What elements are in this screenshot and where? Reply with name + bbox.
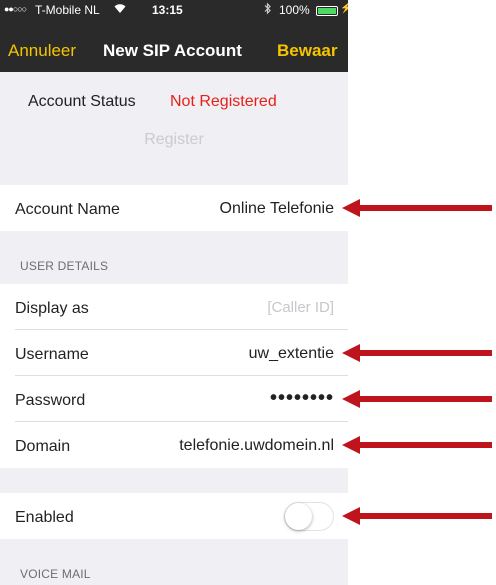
account-status-row: Account Status Not Registered <box>0 72 348 118</box>
username-label: Username <box>15 346 89 363</box>
password-label: Password <box>15 392 86 409</box>
account-name-row[interactable]: Account Name Online Telefonie <box>0 185 348 231</box>
display-as-row[interactable]: Display as [Caller ID] <box>0 284 348 330</box>
account-name-field[interactable]: Online Telefonie <box>220 200 334 218</box>
annotation-arrow-icon <box>342 199 492 217</box>
toggle-knob <box>285 503 312 530</box>
username-row[interactable]: Username uw_extentie <box>0 330 348 376</box>
page-title: New SIP Account <box>103 41 242 60</box>
annotation-arrow-icon <box>342 390 492 408</box>
top-bar: ●●○○○ T-Mobile NL 13:15 100% ⚡ Annuleer … <box>0 0 348 72</box>
domain-row[interactable]: Domain telefonie.uwdomein.nl <box>0 422 348 468</box>
cancel-button[interactable]: Annuleer <box>8 41 76 61</box>
domain-field[interactable]: telefonie.uwdomein.nl <box>179 437 334 455</box>
battery-percentage: 100% <box>279 3 310 17</box>
password-row[interactable]: Password •••••••• <box>0 376 348 422</box>
enabled-toggle[interactable] <box>284 502 334 531</box>
display-as-field[interactable]: [Caller ID] <box>267 299 334 316</box>
annotation-arrow-icon <box>342 507 492 525</box>
account-status-value: Not Registered <box>170 93 277 110</box>
register-label: Register <box>144 131 204 148</box>
save-button[interactable]: Bewaar <box>277 41 337 61</box>
carrier-name: T-Mobile NL <box>35 3 100 17</box>
register-button[interactable]: Register <box>0 118 348 164</box>
clock: 13:15 <box>152 3 183 17</box>
annotation-arrow-icon <box>342 436 492 454</box>
password-field[interactable]: •••••••• <box>270 387 334 410</box>
wifi-icon <box>113 2 127 17</box>
enabled-label: Enabled <box>15 509 74 526</box>
username-field[interactable]: uw_extentie <box>249 345 334 363</box>
bluetooth-icon <box>264 2 272 18</box>
annotation-arrow-icon <box>342 344 492 362</box>
signal-strength: ●●○○○ <box>4 4 27 14</box>
phone-screen: ●●○○○ T-Mobile NL 13:15 100% ⚡ Annuleer … <box>0 0 348 585</box>
domain-label: Domain <box>15 438 71 455</box>
battery-icon <box>316 6 338 16</box>
voice-mail-header: VOICE MAIL <box>20 567 91 581</box>
display-as-label: Display as <box>15 300 89 317</box>
charging-icon: ⚡ <box>340 3 348 14</box>
status-bar: ●●○○○ T-Mobile NL 13:15 100% ⚡ <box>0 0 348 20</box>
account-name-label: Account Name <box>15 201 120 218</box>
enabled-row: Enabled <box>0 493 348 539</box>
user-details-header: USER DETAILS <box>20 259 109 273</box>
account-status-label: Account Status <box>28 93 136 110</box>
